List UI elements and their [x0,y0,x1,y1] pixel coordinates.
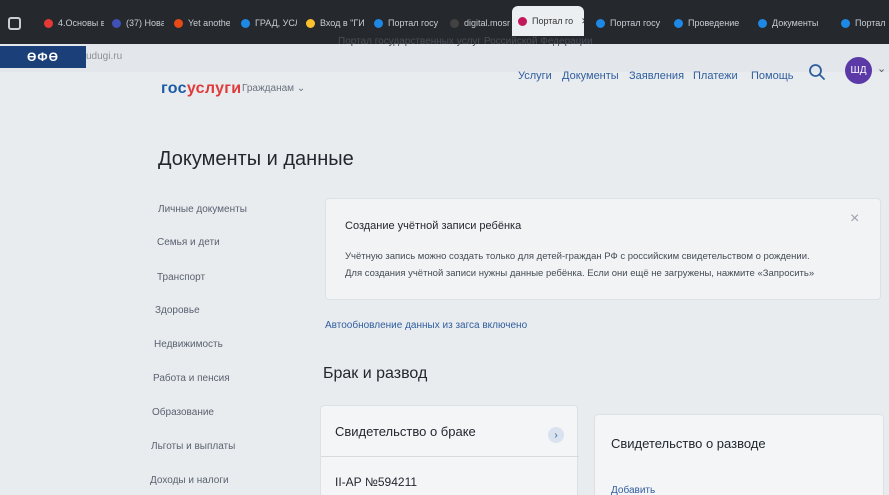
browser-tab-active[interactable]: Портал го ✕ [512,6,584,36]
info-card-title: Создание учётной записи ребёнка [345,220,522,232]
tab-label: ГРАД, УСЛУ [255,18,297,28]
url-text[interactable]: udugi.ru [86,51,122,62]
tab-favicon [174,18,183,28]
sidebar-item-education[interactable]: Образование [152,407,214,418]
marriage-certificate-title: Свидетельство о браке [335,424,476,439]
tab-label: Портал [855,18,886,28]
marriage-certificate-card[interactable]: Свидетельство о браке › II-АР №594211 [320,405,579,495]
nav-services[interactable]: Услуги [518,70,552,82]
sidebar-item-family[interactable]: Семья и дети [157,237,220,248]
logo-part-uslugi: услуги [186,80,242,97]
audience-label: Гражданам [242,83,295,94]
info-card-text-line2: Для создания учётной записи нужны данные… [345,268,815,279]
nav-help[interactable]: Помощь [751,70,794,82]
section-title-marriage-divorce: Брак и развод [323,365,428,382]
profile-chevron-icon[interactable]: ⌄ [877,62,886,75]
tab-label: (37) Новая з [126,18,164,28]
tab-label: Портал госу [388,18,438,28]
browser-tab[interactable]: Yet another [168,10,230,36]
audience-selector[interactable]: Гражданам ⌄ [242,83,305,94]
chevron-down-icon: ⌄ [296,83,306,94]
logo-part-gos: гос [161,80,187,97]
browser-tab[interactable]: Вход в "ГИС [300,10,364,36]
tab-label: 4.Основы в [58,18,104,28]
add-divorce-certificate-link[interactable]: Добавить [611,485,655,495]
tab-label: Портал госу [610,18,661,28]
sidebar-item-work-pension[interactable]: Работа и пенсия [153,373,230,384]
browser-tab[interactable]: Документы [752,10,832,36]
search-icon[interactable] [808,63,826,81]
browser-tab[interactable]: (37) Новая з [106,10,164,36]
tab-label: Проведение [688,18,740,28]
tab-favicon [112,18,121,28]
tab-label: Вход в "ГИС [320,18,364,28]
tab-label: Yet another [188,18,230,28]
nav-applications[interactable]: Заявления [629,70,684,82]
browser-tab[interactable]: Портал [835,10,889,36]
sidebar-item-personal-docs[interactable]: Личные документы [158,204,247,215]
tab-label: Документы [772,18,819,28]
channel-badge: ӨФӨ [0,46,86,68]
tab-favicon [450,18,459,28]
browser-tab[interactable]: Портал госу [368,10,438,36]
tab-favicon [374,18,383,28]
child-account-info-card: Создание учётной записи ребёнка Учётную … [325,198,881,300]
avatar[interactable]: ШД [845,57,872,84]
tab-favicon [841,18,850,28]
tab-favicon [758,18,767,28]
browser-tab[interactable]: Проведение [668,10,752,36]
sidebar-item-income-taxes[interactable]: Доходы и налоги [150,475,229,486]
browser-tab[interactable]: ГРАД, УСЛУ [235,10,297,36]
browser-tab[interactable]: Портал госу [590,10,664,36]
chevron-right-icon[interactable]: › [548,427,564,443]
tab-favicon [518,16,527,26]
address-bar[interactable] [0,44,889,72]
page-title: Документы и данные [158,148,354,170]
info-card-text-line1: Учётную запись можно создать только для … [345,251,810,262]
divorce-certificate-card[interactable]: Свидетельство о разводе Добавить [594,414,884,495]
tab-favicon [241,18,250,28]
browser-menu-icon[interactable] [2,10,28,36]
close-icon[interactable]: × [850,211,859,227]
sidebar-item-real-estate[interactable]: Недвижимость [154,339,223,350]
auto-update-link[interactable]: Автообновление данных из загса включено [325,320,527,331]
divorce-certificate-title: Свидетельство о разводе [611,436,766,451]
tab-favicon [596,18,605,28]
sidebar-item-transport[interactable]: Транспорт [157,272,205,283]
nav-payments[interactable]: Платежи [693,70,738,82]
browser-tab[interactable]: 4.Основы в [38,10,104,36]
browser-tab[interactable]: digital.mosr [444,10,510,36]
card-divider [321,456,579,457]
gosuslugi-logo[interactable]: госуслуги [161,80,241,98]
nav-documents[interactable]: Документы [562,70,619,82]
tab-favicon [44,18,53,28]
close-tab-icon[interactable]: ✕ [581,16,584,27]
tab-label: Портал го [532,16,574,26]
tab-favicon [306,18,315,28]
tab-favicon [674,18,683,28]
sidebar-item-health[interactable]: Здоровье [155,305,200,316]
tab-label: digital.mosr [464,18,510,28]
portal-title: Портал государственных услуг Российской … [338,36,593,47]
sidebar-item-benefits[interactable]: Льготы и выплаты [151,441,235,452]
marriage-certificate-number: II-АР №594211 [335,475,418,489]
